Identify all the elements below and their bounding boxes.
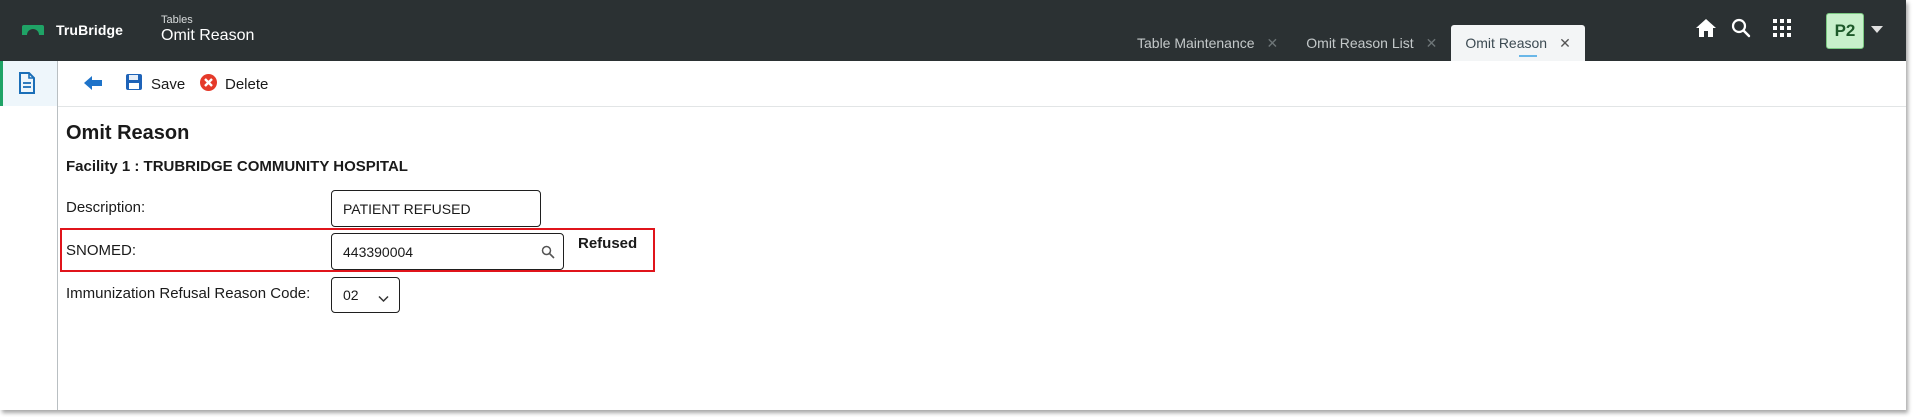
description-field[interactable]: PATIENT REFUSED (331, 190, 541, 227)
toolbar: Save Delete (58, 61, 1906, 107)
top-bar: TruBridge Tables Omit Reason Table Maint… (0, 0, 1906, 61)
trubridge-logo-icon (22, 23, 44, 37)
save-button[interactable]: Save (125, 73, 185, 95)
page-title: Omit Reason (161, 27, 255, 44)
tab-label: Omit Reason List (1306, 35, 1414, 51)
delete-button[interactable]: Delete (199, 73, 268, 96)
tab-omit-reason[interactable]: Omit Reason ✕ (1451, 25, 1585, 61)
tab-label: Omit Reason (1465, 35, 1548, 51)
back-arrow-icon[interactable] (83, 75, 103, 96)
refusal-reason-select[interactable]: 02 (331, 277, 400, 313)
brand-logo[interactable]: TruBridge (22, 22, 123, 38)
breadcrumb: Tables (161, 14, 193, 26)
left-rail (0, 61, 58, 410)
save-label: Save (151, 75, 186, 93)
tab-strip: Table Maintenance ✕ Omit Reason List ✕ O… (1123, 25, 1585, 61)
delete-icon (199, 73, 218, 96)
delete-label: Delete (225, 76, 269, 93)
description-label: Description: (66, 199, 146, 216)
facility-label: Facility 1 : TRUBRIDGE COMMUNITY HOSPITA… (66, 158, 408, 175)
search-icon[interactable] (1731, 18, 1751, 38)
close-icon[interactable]: ✕ (1426, 35, 1438, 52)
tab-omit-reason-list[interactable]: Omit Reason List ✕ (1292, 25, 1451, 61)
active-tab-indicator (1519, 55, 1538, 57)
apps-grid-icon[interactable] (1773, 19, 1791, 37)
form-heading: Omit Reason (66, 122, 190, 144)
close-icon[interactable]: ✕ (1559, 35, 1571, 52)
document-icon[interactable] (17, 72, 37, 99)
chevron-down-icon (378, 290, 389, 306)
header-actions (1695, 18, 1791, 38)
user-avatar[interactable]: P2 (1826, 13, 1864, 49)
tab-table-maintenance[interactable]: Table Maintenance ✕ (1123, 25, 1292, 61)
home-icon[interactable] (1695, 18, 1717, 38)
refusal-reason-value: 02 (343, 287, 359, 303)
snomed-highlight-box (60, 228, 655, 272)
close-icon[interactable]: ✕ (1267, 35, 1279, 52)
save-icon (125, 73, 143, 95)
chevron-down-icon[interactable] (1871, 26, 1883, 33)
brand-name: TruBridge (56, 22, 124, 38)
refusal-reason-label: Immunization Refusal Reason Code: (66, 285, 311, 302)
page-title-block: Tables Omit Reason (161, 14, 254, 46)
tab-label: Table Maintenance (1137, 35, 1255, 51)
description-value: PATIENT REFUSED (343, 200, 471, 217)
rail-active-indicator (0, 61, 3, 106)
